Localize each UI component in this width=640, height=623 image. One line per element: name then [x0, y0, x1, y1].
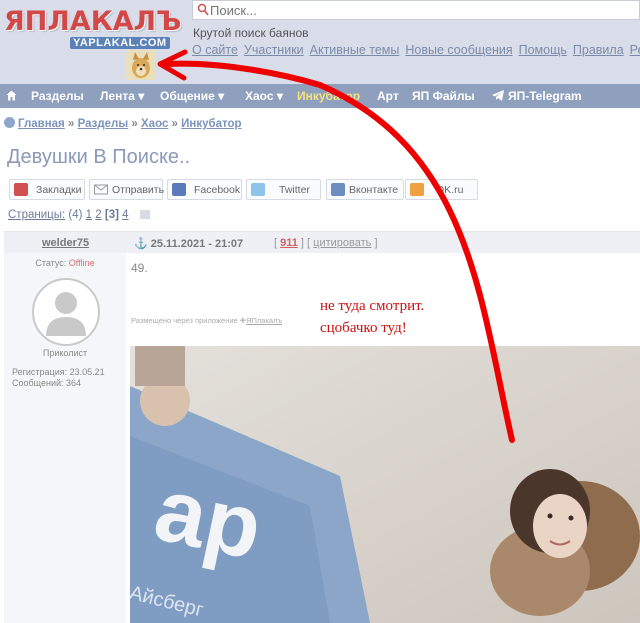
author-stats: Регистрация: 23.05.21 Сообщений: 364 [12, 367, 105, 389]
breadcrumb-separator: » [67, 118, 75, 130]
telegram-icon [492, 90, 504, 101]
share-twitter-button[interactable]: Twitter [246, 179, 321, 200]
ok-icon [410, 183, 424, 196]
search-input[interactable] [210, 2, 630, 19]
annotation-line-2: сцобачко туд! [320, 320, 407, 336]
nav-feed[interactable]: Лента ▾ [100, 89, 144, 103]
nav-chat[interactable]: Общение ▾ [160, 89, 224, 103]
posted-via: Размещено через приложение ✚ЯПлакалъ [131, 316, 282, 325]
share-bookmarks-button[interactable]: Закладки [9, 179, 85, 200]
red-annotation: не туда смотрит. сцобачко туд! [320, 295, 424, 339]
post-date-text: 25.11.2021 - 21:07 [150, 238, 244, 250]
site-header: ЯПЛАКАЛЪ YAPLAKAL.COM Крутой поиск баяно… [0, 0, 640, 84]
status-label: Статус: [35, 258, 67, 268]
default-avatar-icon[interactable] [32, 278, 100, 346]
svg-text:ap: ap [147, 459, 271, 579]
share-label: Закладки [36, 184, 82, 196]
main-navbar: Разделы Лента ▾ Общение ▾ Хаос ▾ Инкубат… [0, 84, 640, 108]
share-vk-button[interactable]: Вконтакте [326, 179, 404, 200]
message-count: Сообщений: 364 [12, 378, 82, 388]
share-label: Facebook [194, 184, 241, 196]
share-label: OK.ru [436, 184, 464, 196]
post-author[interactable]: welder75 [42, 237, 89, 249]
link-ads[interactable]: Рек [630, 43, 640, 57]
link-active-topics[interactable]: Активные темы [310, 43, 400, 57]
doge-mascot-icon [126, 50, 156, 80]
facebook-icon [172, 183, 186, 196]
via-app-link[interactable]: ЯПлакалъ [246, 316, 282, 325]
share-label: Twitter [279, 184, 310, 196]
breadcrumb-separator: » [131, 118, 138, 130]
link-members[interactable]: Участники [244, 43, 304, 57]
link-rules[interactable]: Правила [573, 43, 624, 57]
author-sidebar: Статус: Offline Приколист Регистрация: 2… [4, 253, 126, 623]
breadcrumb-home[interactable]: Главная [18, 118, 65, 130]
anchor-icon[interactable]: ⚓ [134, 238, 148, 250]
quote-link[interactable]: цитировать [313, 237, 371, 249]
pagination-label[interactable]: Страницы: [8, 209, 65, 221]
page-link[interactable]: 4 [122, 209, 128, 221]
bookmarks-icon [14, 183, 28, 196]
post-rating: [ 911 ] [ цитировать ] [274, 237, 378, 249]
current-page: [3] [104, 209, 119, 221]
link-help[interactable]: Помощь [519, 43, 567, 57]
search-icon [197, 3, 209, 16]
twitter-icon [251, 183, 265, 196]
page-link[interactable]: 2 [95, 209, 101, 221]
top-links: О сайте Участники Активные темы Новые сообщ… [192, 43, 640, 57]
logo-text: ЯПЛАКАЛЪ [4, 6, 182, 37]
page-link[interactable]: 1 [86, 209, 92, 221]
breadcrumb-chaos[interactable]: Хаос [141, 118, 168, 130]
nav-art[interactable]: Арт [377, 89, 399, 103]
page-title: Девушки В Поиске.. [7, 146, 191, 168]
post-date: ⚓ 25.11.2021 - 21:07 [134, 237, 243, 250]
nav-incubator[interactable]: Инкубатор [297, 89, 360, 103]
share-label: Отправить [112, 184, 165, 196]
share-send-button[interactable]: Отправить [89, 179, 165, 200]
envelope-icon [94, 184, 108, 195]
breadcrumb: Главная » Разделы » Хаос » Инкубатор [4, 117, 242, 130]
breadcrumb-incubator[interactable]: Инкубатор [181, 118, 241, 130]
pagination: Страницы: (4) 1 2 [3] 4 [8, 209, 150, 221]
tagline: Крутой поиск баянов [193, 26, 309, 40]
nav-chaos[interactable]: Хаос ▾ [245, 89, 283, 103]
post-number: 49. [131, 261, 148, 275]
post-image[interactable]: ap Айсберг [130, 346, 640, 623]
via-label: Размещено через приложение [131, 316, 238, 325]
author-status: Статус: Offline [4, 258, 126, 268]
rating-value[interactable]: 911 [280, 237, 298, 249]
nav-files[interactable]: ЯП Файлы [412, 89, 475, 103]
logo-domain: YAPLAKAL.COM [70, 37, 170, 49]
vk-icon [331, 183, 345, 196]
nav-sections[interactable]: Разделы [31, 89, 84, 103]
nav-telegram[interactable]: ЯП-Telegram [508, 89, 582, 103]
link-new-messages[interactable]: Новые сообщения [405, 43, 512, 57]
breadcrumb-sections[interactable]: Разделы [78, 118, 129, 130]
registration-date: Регистрация: 23.05.21 [12, 367, 105, 377]
author-rank: Приколист [42, 348, 88, 358]
share-facebook-button[interactable]: Facebook [167, 179, 242, 200]
site-logo[interactable]: ЯПЛАКАЛЪ YAPLAKAL.COM [4, 6, 184, 54]
breadcrumb-separator: » [171, 118, 178, 130]
annotation-line-1: не туда смотрит. [320, 298, 425, 314]
status-value: Offline [68, 258, 95, 268]
home-icon[interactable] [6, 90, 17, 101]
search-box[interactable] [192, 0, 640, 20]
page-menu-icon[interactable] [139, 210, 150, 219]
link-about[interactable]: О сайте [192, 43, 238, 57]
pagination-count: (4) [68, 209, 83, 221]
breadcrumb-bullet-icon [4, 117, 15, 128]
post-header: welder75 ⚓ 25.11.2021 - 21:07 [ 911 ] [ … [4, 231, 640, 253]
share-label: Вконтакте [349, 184, 399, 196]
share-ok-button[interactable]: OK.ru [405, 179, 478, 200]
